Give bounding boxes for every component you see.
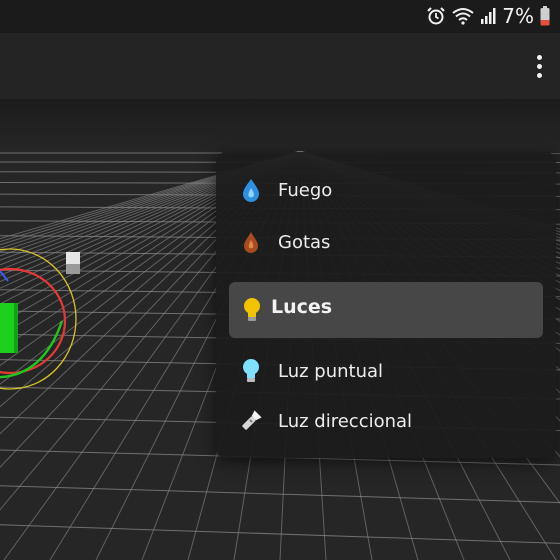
fire-drop-icon xyxy=(240,177,262,203)
more-vert-icon[interactable] xyxy=(524,47,554,85)
menu-section-luces[interactable]: Luces xyxy=(229,282,543,338)
menu-item-luz-puntual[interactable]: Luz puntual xyxy=(216,346,556,396)
add-object-menu: Fuego Gotas Luces Luz puntual Luz direcc… xyxy=(216,152,556,458)
battery-percent: 7% xyxy=(502,4,534,28)
drop-icon xyxy=(240,229,262,255)
menu-item-label: Luz direccional xyxy=(278,410,413,432)
menu-section-label: Luces xyxy=(271,296,333,318)
menu-item-fuego[interactable]: Fuego xyxy=(216,165,556,215)
menu-item-label: Gotas xyxy=(278,231,331,253)
menu-item-luz-direccional[interactable]: Luz direccional xyxy=(216,396,556,446)
status-bar: 7% xyxy=(0,0,560,33)
light-cube-side xyxy=(66,264,80,274)
alarm-icon xyxy=(426,6,446,26)
status-icons: 7% xyxy=(426,4,550,28)
app-toolbar xyxy=(0,33,560,99)
menu-item-label: Luz puntual xyxy=(278,360,384,382)
point-light-bulb-icon xyxy=(240,358,262,384)
menu-item-label: Fuego xyxy=(278,179,333,201)
flashlight-icon xyxy=(240,408,262,434)
battery-low-icon xyxy=(540,6,550,26)
light-bulb-icon xyxy=(243,297,265,323)
green-cube-side xyxy=(14,303,18,353)
signal-icon xyxy=(480,7,496,25)
light-cube xyxy=(66,252,80,264)
menu-item-gotas[interactable]: Gotas xyxy=(216,217,556,267)
toolbar-divider xyxy=(0,99,560,151)
wifi-icon xyxy=(452,7,474,25)
